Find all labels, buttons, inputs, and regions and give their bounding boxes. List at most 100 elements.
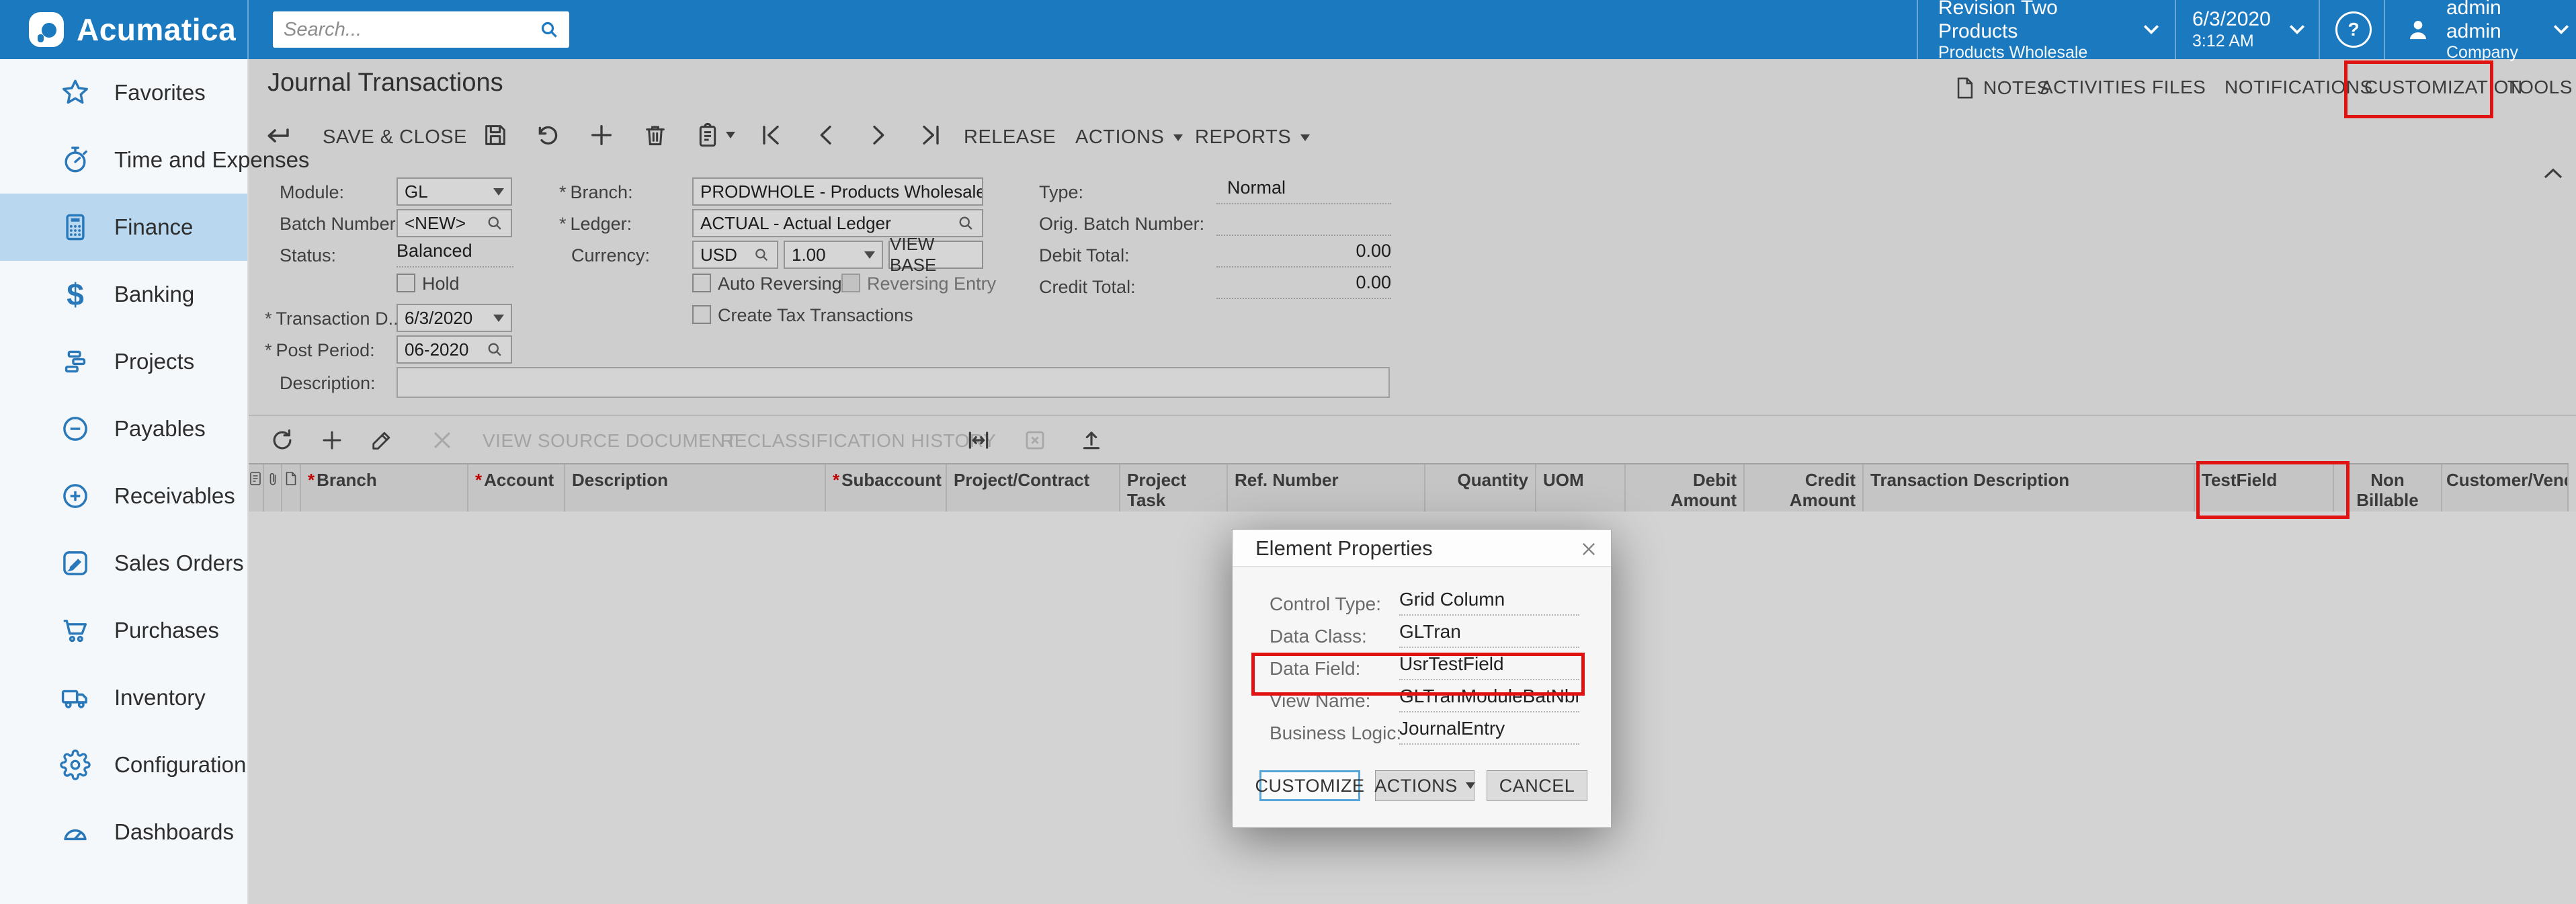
magnifier-icon[interactable] xyxy=(485,214,504,233)
calculator-icon xyxy=(59,211,91,243)
global-search[interactable] xyxy=(273,11,569,48)
search-icon[interactable] xyxy=(538,19,560,40)
sidebar-item-banking[interactable]: $ Banking xyxy=(0,261,247,328)
topbar-divider xyxy=(2175,0,2176,59)
magnifier-icon[interactable] xyxy=(753,246,770,263)
customization-button[interactable]: CUSTOMIZATION xyxy=(2364,77,2523,98)
column-header-subaccount[interactable]: *Subaccount xyxy=(826,464,947,511)
user-menu[interactable]: admin admin Company xyxy=(2405,0,2570,59)
search-input[interactable] xyxy=(273,19,538,41)
attachment-column-header[interactable] xyxy=(264,464,282,511)
delete-record-icon[interactable] xyxy=(640,120,671,151)
sidebar-item-favorites[interactable]: Favorites xyxy=(0,59,247,126)
column-header-project-task[interactable]: Project Task xyxy=(1120,464,1228,511)
undo-icon[interactable] xyxy=(532,120,563,151)
activities-button[interactable]: ACTIVITIES xyxy=(2040,77,2146,98)
data-field-label: Data Field: xyxy=(1270,658,1360,680)
previous-record-icon[interactable] xyxy=(811,120,841,151)
add-row-icon[interactable] xyxy=(317,425,347,455)
refresh-icon[interactable] xyxy=(267,425,297,455)
note-column-header[interactable] xyxy=(282,464,301,511)
credit-total-value: 0.00 xyxy=(1216,272,1391,299)
post-period-lookup[interactable]: 06-2020 xyxy=(397,335,512,364)
fit-width-icon[interactable] xyxy=(964,425,993,455)
branch-label: *Branch: xyxy=(559,182,633,203)
create-tax-transactions-checkbox[interactable] xyxy=(692,305,711,324)
back-button[interactable] xyxy=(263,120,294,151)
column-header-debit-amount[interactable]: Debit Amount xyxy=(1626,464,1745,511)
magnifier-icon[interactable] xyxy=(485,340,504,359)
notifications-button[interactable]: NOTIFICATIONS xyxy=(2225,77,2373,98)
magnifier-icon[interactable] xyxy=(956,214,975,233)
sidebar-item-projects[interactable]: Projects xyxy=(0,328,247,395)
next-record-icon[interactable] xyxy=(863,120,894,151)
sidebar-item-finance[interactable]: Finance xyxy=(0,194,247,261)
dollar-icon: $ xyxy=(59,278,91,311)
edit-row-icon[interactable] xyxy=(367,425,397,455)
transaction-date-picker[interactable]: 6/3/2020 xyxy=(397,304,512,332)
release-button[interactable]: RELEASE xyxy=(964,126,1056,149)
actions-menu-button[interactable]: ACTIONS xyxy=(1075,126,1183,149)
branch-lookup[interactable]: PRODWHOLE - Products Wholesale xyxy=(692,177,983,206)
stopwatch-icon xyxy=(59,144,91,176)
column-header-transaction-description[interactable]: Transaction Description xyxy=(1864,464,2195,511)
column-header-account[interactable]: *Account xyxy=(468,464,565,511)
currency-code-lookup[interactable]: USD xyxy=(692,241,778,269)
business-date-selector[interactable]: 6/3/2020 3:12 AM xyxy=(2192,0,2300,59)
status-value: Balanced xyxy=(397,241,513,268)
sidebar-item-receivables[interactable]: Receivables xyxy=(0,462,247,530)
save-icon[interactable] xyxy=(480,120,511,151)
description-input[interactable] xyxy=(398,368,1388,397)
customize-button[interactable]: CUSTOMIZE xyxy=(1259,770,1360,801)
row-settings-column-header[interactable] xyxy=(247,464,264,511)
column-header-ref-number[interactable]: Ref. Number xyxy=(1228,464,1425,511)
tools-button[interactable]: TOOLS xyxy=(2507,77,2576,98)
company-branch: Products Wholesale xyxy=(1938,43,2125,63)
notes-button[interactable]: NOTES xyxy=(1955,77,2050,99)
sidebar-item-inventory[interactable]: Inventory xyxy=(0,664,247,731)
clipboard-icon[interactable] xyxy=(692,120,723,151)
reports-menu-button[interactable]: REPORTS xyxy=(1195,126,1310,149)
column-header-branch[interactable]: *Branch xyxy=(301,464,468,511)
sidebar-item-purchases[interactable]: Purchases xyxy=(0,597,247,664)
create-tax-transactions-label: Create Tax Transactions xyxy=(718,305,913,326)
ledger-lookup[interactable]: ACTUAL - Actual Ledger xyxy=(692,209,983,237)
sidebar-item-configuration[interactable]: Configuration xyxy=(0,731,247,798)
column-header-non-billable[interactable]: Non Billable xyxy=(2334,464,2442,511)
sidebar-item-sales-orders[interactable]: Sales Orders xyxy=(0,530,247,597)
column-header-customer-vendor[interactable]: Customer/Vendor xyxy=(2442,464,2569,511)
collapse-form-chevron-icon[interactable] xyxy=(2542,167,2564,180)
sidebar-item-dashboards[interactable]: Dashboards xyxy=(0,798,247,866)
batch-number-lookup[interactable]: <NEW> xyxy=(397,209,512,237)
column-header-description[interactable]: Description xyxy=(565,464,826,511)
auto-reversing-checkbox[interactable] xyxy=(692,274,711,292)
description-field[interactable] xyxy=(397,367,1390,398)
acumatica-logo[interactable]: Acumatica xyxy=(28,0,236,59)
clipboard-menu-caret[interactable] xyxy=(722,120,739,151)
sidebar-item-time-and-expenses[interactable]: Time and Expenses xyxy=(0,126,247,194)
export-excel-icon xyxy=(1020,425,1050,455)
column-header-testfield[interactable]: TestField xyxy=(2195,464,2334,511)
description-label: Description: xyxy=(280,373,376,394)
last-record-icon[interactable] xyxy=(915,120,946,151)
chevron-down-icon xyxy=(1173,134,1183,141)
column-header-project-contract[interactable]: Project/Contract xyxy=(947,464,1120,511)
module-select[interactable]: GL xyxy=(397,177,512,206)
close-icon[interactable] xyxy=(1577,538,1600,561)
add-record-icon[interactable] xyxy=(586,120,617,151)
cancel-button[interactable]: CANCEL xyxy=(1487,770,1587,801)
column-header-uom[interactable]: UOM xyxy=(1536,464,1626,511)
column-header-credit-amount[interactable]: Credit Amount xyxy=(1745,464,1864,511)
files-button[interactable]: FILES xyxy=(2152,77,2206,98)
upload-icon[interactable] xyxy=(1077,425,1106,455)
dialog-actions-button[interactable]: ACTIONS xyxy=(1375,770,1474,801)
currency-rate-select[interactable]: 1.00 xyxy=(784,241,883,269)
column-header-quantity[interactable]: Quantity xyxy=(1425,464,1536,511)
help-button[interactable]: ? xyxy=(2335,0,2372,59)
company-selector[interactable]: Revision Two Products Products Wholesale xyxy=(1938,0,2160,59)
sidebar-item-payables[interactable]: Payables xyxy=(0,395,247,462)
save-and-close-button[interactable]: SAVE & CLOSE xyxy=(323,126,467,149)
hold-checkbox[interactable] xyxy=(397,274,415,292)
view-base-button[interactable]: VIEW BASE xyxy=(888,241,983,269)
first-record-icon[interactable] xyxy=(755,120,786,151)
